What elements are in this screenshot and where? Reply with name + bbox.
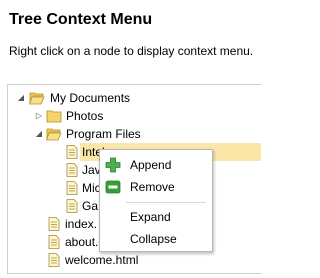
folder-open-icon [46, 128, 62, 141]
tree-node-label: My Documents [50, 91, 131, 105]
tree-node-label: Program Files [66, 127, 141, 141]
context-menu: Append Remove Expand Collapse [99, 149, 213, 252]
menu-item-label: Append [130, 158, 172, 172]
expanded-arrow-icon[interactable]: ◢ [16, 89, 26, 107]
tree-node-welcome-html[interactable]: welcome.html [8, 251, 261, 269]
collapsed-arrow-icon[interactable]: ▷ [34, 107, 44, 125]
file-icon [48, 217, 60, 231]
menu-item-label: Collapse [130, 232, 177, 246]
tree-node-label: Photos [66, 109, 104, 123]
file-icon [48, 235, 60, 249]
tree-node-program-files[interactable]: ◢ Program Files [8, 125, 261, 143]
menu-item-collapse[interactable]: Collapse [100, 228, 212, 250]
tree-node-label: welcome.html [65, 253, 139, 267]
tree-node-my-documents[interactable]: ◢ My Documents [8, 89, 261, 107]
menu-item-expand[interactable]: Expand [100, 206, 212, 228]
menu-item-label: Remove [130, 180, 175, 194]
tree-node-photos[interactable]: ▷ Photos [8, 107, 261, 125]
file-icon [66, 163, 78, 177]
minus-icon [105, 180, 121, 194]
page-subtitle: Right click on a node to display context… [9, 44, 254, 58]
tree-node-label: Ga [82, 199, 99, 213]
file-icon [48, 253, 60, 267]
tree-node-label: index. [65, 217, 98, 231]
file-icon [66, 199, 78, 213]
menu-separator [126, 202, 206, 203]
menu-item-append[interactable]: Append [100, 154, 212, 176]
folder-open-icon [29, 92, 45, 105]
tree-node-label: about. [65, 235, 99, 249]
folder-icon [46, 110, 62, 123]
menu-item-remove[interactable]: Remove [100, 176, 212, 198]
menu-item-label: Expand [130, 210, 171, 224]
file-icon [66, 145, 78, 159]
plus-icon [105, 157, 121, 173]
file-icon [66, 181, 78, 195]
page-title: Tree Context Menu [9, 11, 153, 28]
expanded-arrow-icon[interactable]: ◢ [34, 125, 44, 143]
